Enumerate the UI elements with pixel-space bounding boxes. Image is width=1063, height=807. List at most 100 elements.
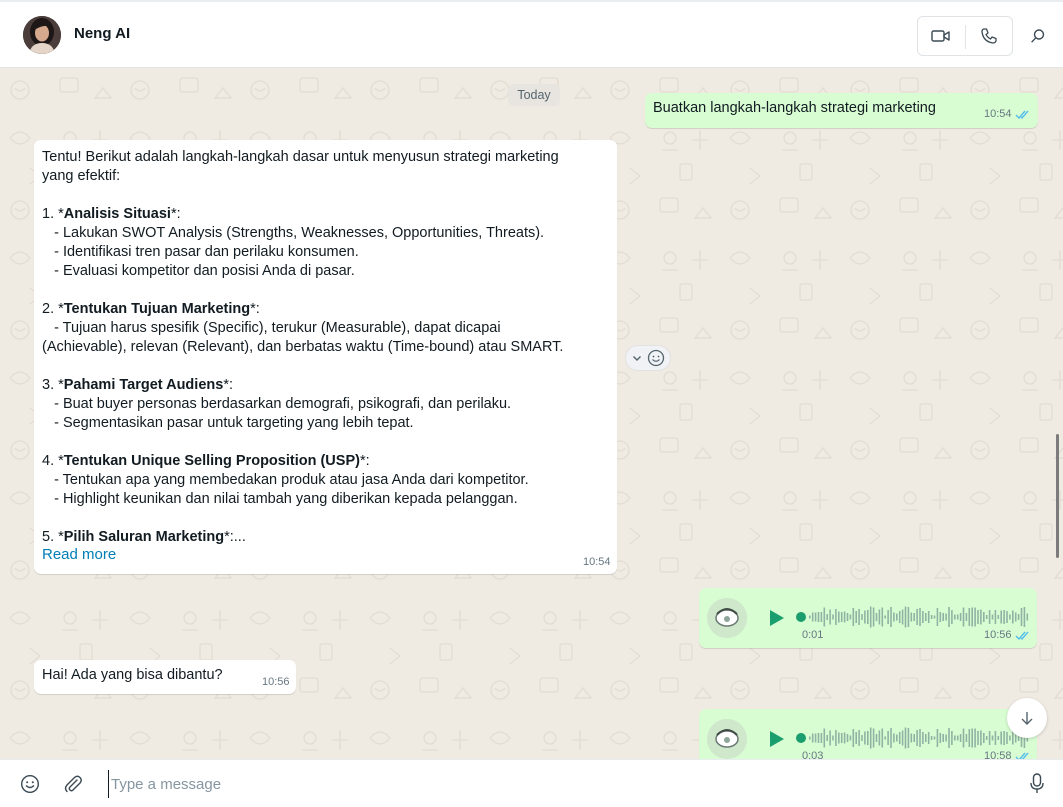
waveform-bar (843, 611, 846, 623)
waveform-bar (846, 613, 849, 621)
waveform-bar (869, 606, 872, 628)
outgoing-message[interactable]: Buatkan langkah-langkah strategi marketi… (645, 93, 1038, 128)
waveform-bar (864, 731, 866, 745)
waveform-bar (890, 728, 892, 748)
waveform-bar (980, 609, 982, 625)
waveform-bar (959, 734, 962, 742)
message-actions (625, 345, 671, 371)
message-line: 3. *Pahami Target Audiens*: (42, 376, 607, 395)
scroll-to-bottom-button[interactable] (1007, 698, 1047, 738)
message-meta: 10:56 (262, 676, 290, 688)
waveform-bar (968, 608, 971, 626)
waveform-bar (809, 615, 811, 619)
waveform-bar (835, 730, 837, 746)
waveform-bar (878, 609, 881, 625)
chat-header: Neng AI (0, 0, 1063, 68)
message-line (42, 186, 607, 205)
play-button[interactable] (765, 607, 787, 629)
waveform-bar (1000, 731, 1002, 745)
waveform-bar (881, 607, 884, 627)
message-line: - Lakukan SWOT Analysis (Strengths, Weak… (42, 224, 607, 243)
waveform-bar (988, 610, 991, 624)
emoji-button[interactable] (15, 770, 45, 798)
voice-waveform[interactable] (795, 604, 1029, 630)
waveform-bar (881, 728, 884, 748)
chevron-down-icon[interactable] (631, 352, 643, 364)
waveform-bar (954, 735, 956, 741)
waveform-bar (823, 728, 826, 748)
voice-record-button[interactable] (1022, 770, 1052, 798)
waveform-bar (965, 613, 968, 621)
search-button[interactable] (1022, 20, 1054, 52)
waveform-bar (951, 731, 953, 745)
waveform-bar (814, 733, 817, 743)
waveform-bar (896, 613, 898, 621)
waveform-bar (838, 732, 840, 744)
waveform-bar (858, 609, 860, 625)
waveform-bar (838, 611, 840, 623)
waveform-bar (1006, 732, 1008, 744)
message-time: 10:56 (984, 629, 1012, 641)
waveform-bar (852, 729, 855, 747)
attach-button[interactable] (58, 770, 88, 798)
waveform-bar (927, 732, 930, 744)
waveform-bar (817, 733, 820, 743)
read-more-link[interactable]: Read more (42, 546, 116, 563)
message-line: yang efektif: (42, 167, 607, 186)
message-line: (Achievable), relevan (Relevant), dan be… (42, 338, 607, 357)
voice-waveform[interactable] (795, 725, 1029, 751)
waveform-bar (997, 615, 1000, 619)
emoji-reaction-icon[interactable] (647, 349, 665, 367)
waveform-bar (945, 613, 947, 621)
waveform-bar (829, 730, 831, 746)
play-button[interactable] (765, 728, 787, 750)
waveform-bar (925, 613, 927, 621)
message-time: 10:54 (583, 556, 611, 568)
incoming-message[interactable]: Hai! Ada yang bisa dibantu? 10:56 (34, 660, 296, 694)
waveform-bar (1009, 614, 1011, 620)
waveform-bar (910, 612, 913, 622)
voice-duration: 0:01 (802, 629, 824, 641)
message-line (42, 509, 607, 528)
waveform-bar (820, 733, 823, 743)
waveform-bar (942, 613, 944, 621)
waveform-bar (994, 731, 997, 745)
waveform-bar (925, 734, 927, 742)
waveform-bar (1014, 612, 1017, 622)
chat-area[interactable]: Today Buatkan langkah-langkah strategi m… (0, 68, 1063, 759)
incoming-message[interactable]: Tentu! Berikut adalah langkah-langkah da… (34, 140, 617, 574)
text-segment: 2. * (42, 301, 64, 317)
contact-name[interactable]: Neng AI (74, 25, 130, 42)
outgoing-voice-message[interactable]: 0:01 10:56 (699, 588, 1037, 648)
waveform-bar (901, 609, 904, 625)
waveform-bar (948, 728, 950, 748)
outgoing-voice-message[interactable]: 0:03 10:58 (699, 709, 1037, 759)
contact-avatar[interactable] (23, 16, 61, 54)
waveform-bar (846, 734, 849, 742)
video-call-button[interactable] (918, 17, 964, 55)
playhead[interactable] (796, 733, 806, 743)
playhead[interactable] (796, 612, 806, 622)
message-line: 5. *Pilih Saluran Marketing*:... (42, 528, 607, 547)
message-line (42, 433, 607, 452)
waveform-bar (971, 728, 973, 748)
waveform-bar (913, 734, 915, 742)
waveform-bar (1020, 608, 1023, 626)
waveform-bar (1000, 610, 1002, 624)
message-input[interactable] (108, 770, 1008, 798)
waveform-bar (884, 736, 886, 740)
text-segment: 5. * (42, 529, 64, 545)
message-time: 10:54 (984, 108, 1012, 120)
waveform-bar (927, 611, 930, 623)
voice-call-button[interactable] (966, 17, 1012, 55)
chat-scrollbar[interactable] (1056, 434, 1059, 558)
waveform-bar (904, 727, 907, 749)
waveform-bar (809, 736, 811, 740)
text-segment: - Segmentasikan pasar untuk targeting ya… (42, 415, 414, 431)
waveform-bar (936, 729, 939, 747)
waveform-bar (823, 607, 826, 627)
waveform-bar (898, 732, 901, 744)
message-line: - Tentukan apa yang membedakan produk at… (42, 471, 607, 490)
waveform-bar (1026, 613, 1029, 621)
waveform-bar (962, 728, 965, 748)
